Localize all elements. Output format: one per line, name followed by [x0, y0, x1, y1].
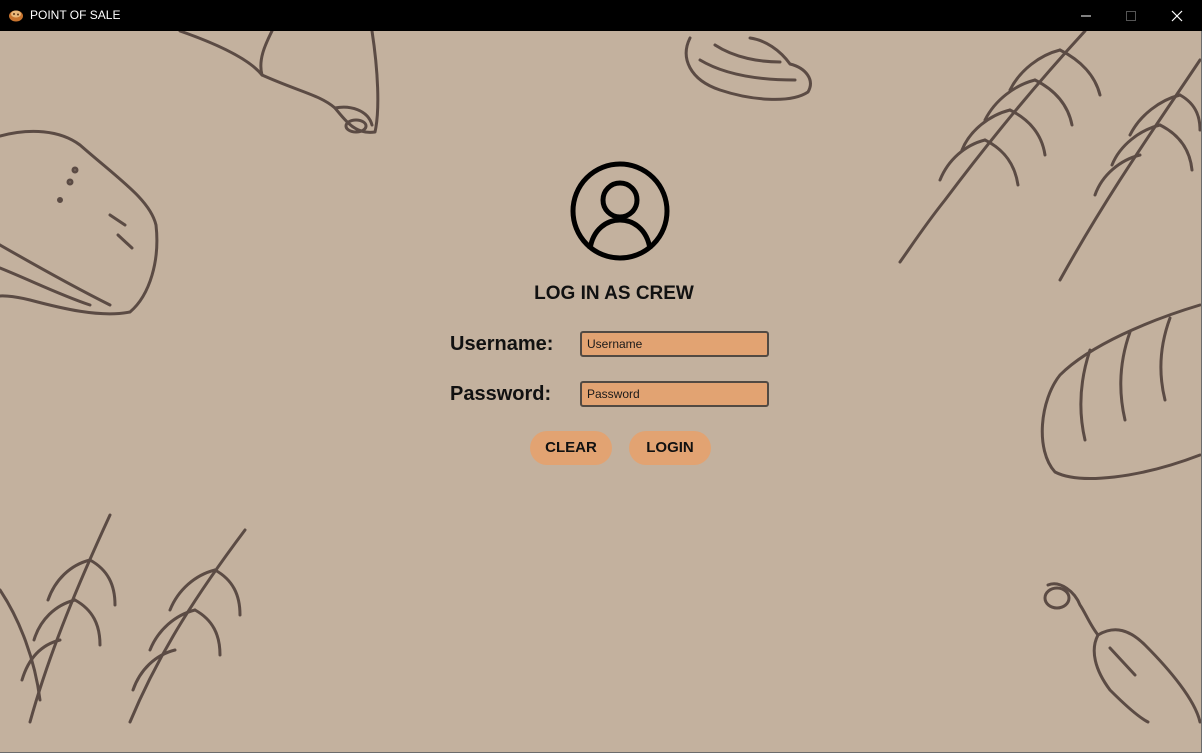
bread-loaf-sketch-icon: [0, 129, 159, 316]
maximize-icon: [1126, 11, 1136, 21]
minimize-button[interactable]: [1063, 0, 1109, 31]
cream-swirl-sketch-icon: [684, 36, 812, 101]
wheat-sketch-icon: [898, 31, 1201, 282]
window-title: POINT OF SALE: [30, 8, 121, 22]
maximize-button[interactable]: [1108, 0, 1154, 31]
bakery-icon: [8, 7, 24, 23]
clear-button[interactable]: CLEAR: [530, 431, 612, 465]
wheat-bundle-sketch-icon: [0, 513, 247, 724]
close-button[interactable]: [1154, 0, 1200, 31]
close-icon: [1171, 10, 1183, 22]
baguette-sketch-icon: [1040, 303, 1201, 480]
window-titlebar[interactable]: POINT OF SALE: [0, 0, 1202, 31]
login-button[interactable]: LOGIN: [629, 431, 711, 465]
rolling-pin-sketch-icon: [1043, 582, 1201, 724]
minimize-icon: [1081, 15, 1091, 17]
username-label: Username:: [450, 333, 554, 355]
croissant-sketch-icon: [178, 31, 380, 134]
login-heading: LOG IN AS CREW: [534, 283, 694, 304]
user-circle-icon: [570, 161, 670, 261]
password-label: Password:: [450, 383, 552, 405]
login-window-body: LOG IN AS CREW Username: Password: CLEAR…: [0, 31, 1202, 753]
username-input[interactable]: [580, 331, 769, 357]
password-input[interactable]: [580, 381, 769, 407]
